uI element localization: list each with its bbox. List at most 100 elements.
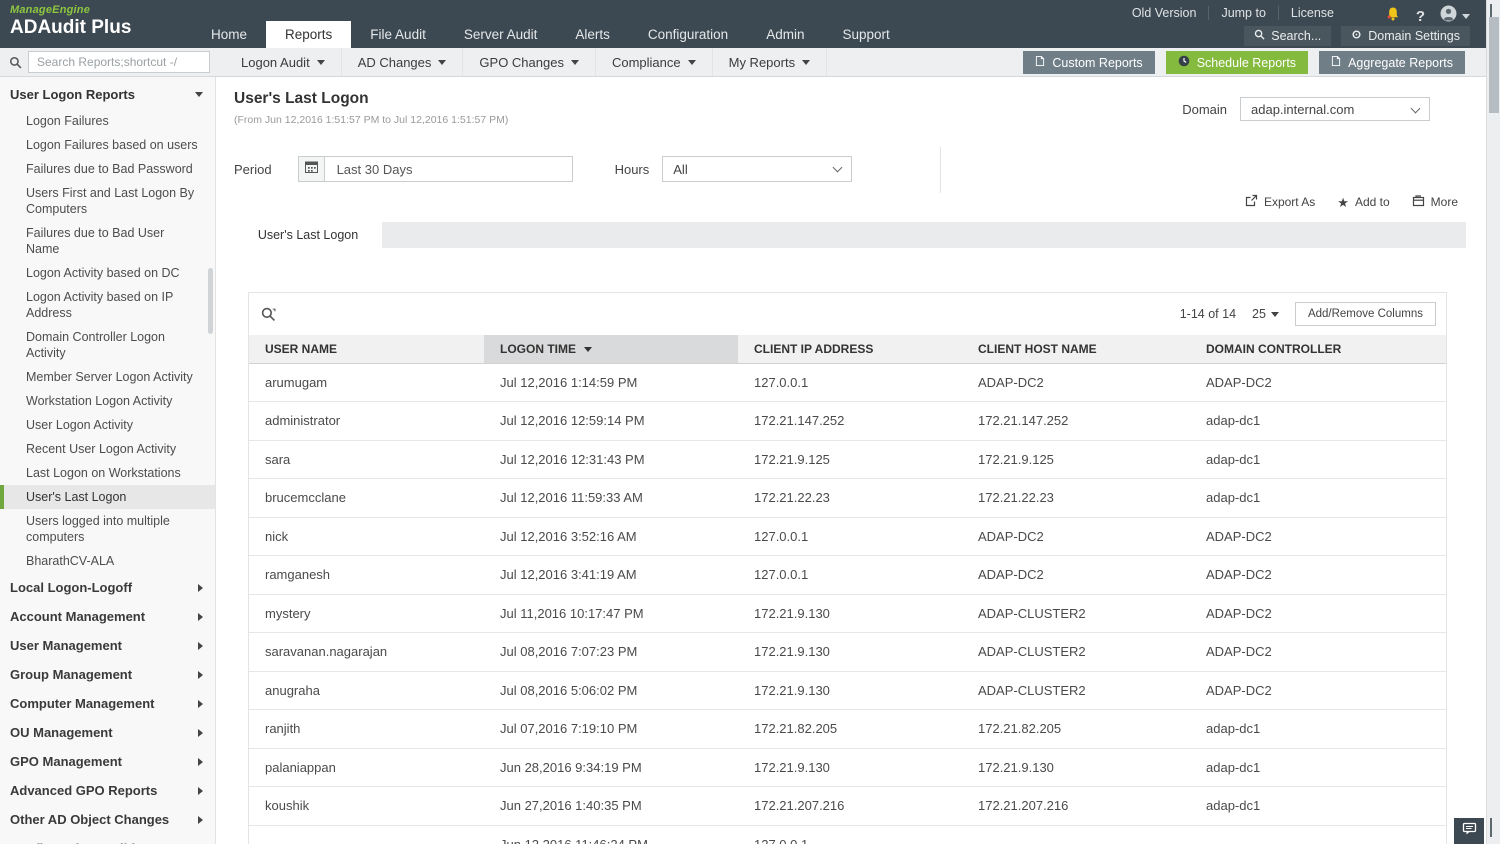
period-input[interactable]: Last 30 Days	[324, 156, 573, 182]
column-header[interactable]: DOMAIN CONTROLLER	[1190, 335, 1446, 364]
custom-reports-button[interactable]: Custom Reports	[1023, 51, 1155, 74]
sidebar-report-item[interactable]: Workstation Logon Activity	[0, 389, 215, 413]
sidebar-section-user-logon-reports[interactable]: User Logon Reports	[0, 77, 215, 109]
table-row[interactable]: saravanan.nagarajan Jul 08,2016 7:07:23 …	[249, 632, 1446, 672]
main-nav: Home Reports File Audit Server Audit Alerts C…	[192, 21, 909, 48]
sidebar-section[interactable]: Other AD Object Changes	[0, 805, 215, 834]
cell-logon-time: Jul 12,2016 3:41:19 AM	[484, 555, 738, 595]
tab-users-last-logon[interactable]: User's Last Logon	[234, 222, 382, 248]
column-header[interactable]: LOGON TIME	[484, 335, 738, 364]
feedback-chat-button[interactable]	[1454, 818, 1484, 844]
domain-settings-button[interactable]: Domain Settings	[1341, 26, 1470, 46]
table-row[interactable]: Jun 12,2016 11:46:24 PM 127.0.0.1	[249, 825, 1446, 844]
report-menu[interactable]: AD Changes	[342, 48, 464, 76]
sidebar-report-item[interactable]: Failures due to Bad Password	[0, 157, 215, 181]
star-icon: ★	[1337, 194, 1349, 210]
sidebar-report-item[interactable]: Logon Failures based on users	[0, 133, 215, 157]
nav-tab[interactable]: Alerts	[556, 21, 629, 48]
sidebar-section[interactable]: Computer Management	[0, 689, 215, 718]
sidebar-report-item[interactable]: Member Server Logon Activity	[0, 365, 215, 389]
table-row[interactable]: arumugam Jul 12,2016 1:14:59 PM 127.0.0.…	[249, 363, 1446, 402]
top-link[interactable]: Old Version	[1120, 6, 1210, 20]
notification-bell-icon[interactable]	[1385, 6, 1401, 27]
sidebar-report-item[interactable]: Recent User Logon Activity	[0, 437, 215, 461]
sidebar-report-item[interactable]: Users logged into multiple computers	[0, 509, 215, 549]
table-row[interactable]: ramganesh Jul 12,2016 3:41:19 AM 127.0.0…	[249, 555, 1446, 595]
page-size-select[interactable]: 25	[1252, 307, 1279, 321]
report-content: User's Last Logon (From Jun 12,2016 1:51…	[216, 77, 1486, 844]
sidebar-report-item[interactable]: Last Logon on Workstations	[0, 461, 215, 485]
sidebar-section[interactable]: GPO Management	[0, 747, 215, 776]
sidebar-report-item[interactable]: Domain Controller Logon Activity	[0, 325, 215, 365]
help-icon[interactable]: ?	[1416, 8, 1425, 25]
sidebar-section[interactable]: Account Management	[0, 602, 215, 631]
export-icon	[1245, 194, 1258, 210]
sidebar-section[interactable]: User Management	[0, 631, 215, 660]
sidebar-report-item[interactable]: Logon Activity based on DC	[0, 261, 215, 285]
column-header[interactable]: CLIENT HOST NAME	[962, 335, 1190, 364]
schedule-reports-button[interactable]: Schedule Reports	[1165, 51, 1309, 74]
calendar-button[interactable]	[297, 156, 325, 182]
scroll-down-icon[interactable]	[1490, 818, 1492, 837]
sidebar-section[interactable]: Advanced GPO Reports	[0, 776, 215, 805]
sidebar-report-list: Logon Failures Logon Failures based on us…	[0, 109, 215, 573]
sidebar-section[interactable]: OU Management	[0, 718, 215, 747]
nav-tab[interactable]: Admin	[747, 21, 823, 48]
app-logo[interactable]: ManageEngine ADAudit Plus	[10, 4, 131, 39]
page-scrollbar[interactable]	[1486, 0, 1500, 844]
nav-tab[interactable]: Server Audit	[445, 21, 557, 48]
table-row[interactable]: administrator Jul 12,2016 12:59:14 PM 17…	[249, 401, 1446, 441]
cell-client-host: ADAP-CLUSTER2	[962, 671, 1190, 710]
sidebar-report-item[interactable]: Logon Failures	[0, 109, 215, 133]
pagination-range: 1-14 of 14	[1179, 307, 1237, 321]
table-search-icon[interactable]	[261, 307, 276, 327]
global-search-button[interactable]: Search...	[1244, 26, 1332, 46]
nav-tab[interactable]: Reports	[266, 21, 352, 48]
add-to-button[interactable]: ★ Add to	[1337, 195, 1389, 209]
sidebar-report-item[interactable]: Failures due to Bad User Name	[0, 221, 215, 261]
sidebar-report-item[interactable]: Users First and Last Logon By Computers	[0, 181, 215, 221]
domain-select[interactable]: adap.internal.com	[1240, 97, 1430, 121]
sidebar-section[interactable]: Local Logon-Logoff	[0, 573, 215, 602]
sidebar-report-item[interactable]: BharathCV-ALA	[0, 549, 215, 573]
hours-select[interactable]: All	[662, 156, 853, 182]
nav-tab[interactable]: Configuration	[629, 21, 747, 48]
nav-tab[interactable]: Home	[192, 21, 266, 48]
report-menu[interactable]: GPO Changes	[463, 48, 596, 76]
table-row[interactable]: nick Jul 12,2016 3:52:16 AM 127.0.0.1 AD…	[249, 517, 1446, 556]
column-header[interactable]: CLIENT IP ADDRESS	[738, 335, 962, 364]
scrollbar-thumb[interactable]	[1489, 17, 1499, 113]
cell-user-name: mystery	[249, 594, 484, 633]
cell-logon-time: Jul 12,2016 12:59:14 PM	[484, 401, 738, 441]
sidebar-report-item[interactable]: User Logon Activity	[0, 413, 215, 437]
report-search-input[interactable]	[28, 51, 210, 73]
nav-tab[interactable]: Support	[823, 21, 908, 48]
table-row[interactable]: anugraha Jul 08,2016 5:06:02 PM 172.21.9…	[249, 671, 1446, 710]
chevron-down-icon	[316, 59, 325, 65]
report-menu[interactable]: Compliance	[596, 48, 713, 76]
table-row[interactable]: palaniappan Jun 28,2016 9:34:19 PM 172.2…	[249, 748, 1446, 787]
table-row[interactable]: ranjith Jul 07,2016 7:19:10 PM 172.21.82…	[249, 709, 1446, 749]
more-button[interactable]: More	[1412, 194, 1458, 210]
nav-tab[interactable]: File Audit	[351, 21, 445, 48]
table-row[interactable]: mystery Jul 11,2016 10:17:47 PM 172.21.9…	[249, 594, 1446, 633]
user-account-menu[interactable]	[1440, 5, 1470, 27]
sidebar-report-item[interactable]: Logon Activity based on IP Address	[0, 285, 215, 325]
sidebar-scrollbar-thumb[interactable]	[208, 268, 213, 334]
column-header[interactable]: USER NAME	[249, 335, 484, 364]
report-date-range: (From Jun 12,2016 1:51:57 PM to Jul 12,2…	[234, 114, 509, 126]
aggregate-reports-button[interactable]: Aggregate Reports	[1319, 51, 1465, 74]
table-row[interactable]: sara Jul 12,2016 12:31:43 PM 172.21.9.12…	[249, 440, 1446, 479]
add-remove-columns-button[interactable]: Add/Remove Columns	[1294, 302, 1436, 326]
sidebar-section[interactable]: Group Management	[0, 660, 215, 689]
export-as-button[interactable]: Export As	[1245, 194, 1315, 210]
top-link[interactable]: Jump to	[1209, 6, 1279, 20]
search-icon	[1254, 29, 1265, 43]
report-menu[interactable]: Logon Audit	[225, 48, 342, 76]
sidebar-section[interactable]: Configuration Auditing	[0, 834, 215, 844]
sidebar-report-item[interactable]: User's Last Logon	[0, 485, 215, 509]
table-row[interactable]: koushik Jun 27,2016 1:40:35 PM 172.21.20…	[249, 786, 1446, 826]
table-row[interactable]: brucemcclane Jul 12,2016 11:59:33 AM 172…	[249, 478, 1446, 518]
top-link[interactable]: License	[1279, 6, 1346, 20]
report-menu[interactable]: My Reports	[713, 48, 828, 76]
